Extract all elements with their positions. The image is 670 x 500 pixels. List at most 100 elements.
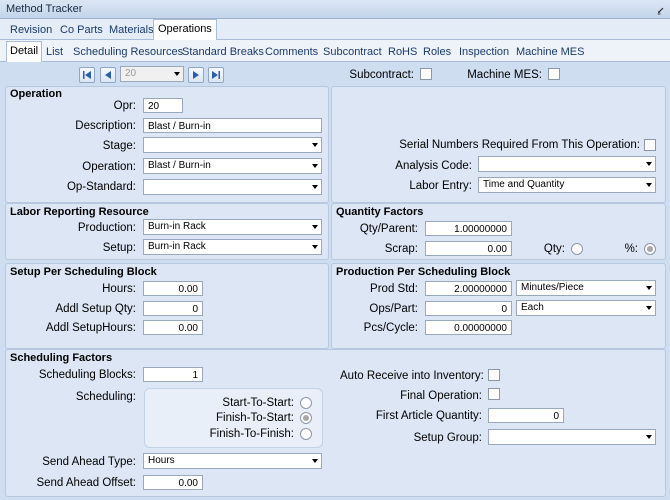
percent-radio[interactable]	[644, 243, 656, 255]
production-dropdown[interactable]: Burn-in Rack	[143, 219, 322, 235]
tab-inspection[interactable]: Inspection	[456, 44, 512, 60]
tab-scheduling-resources[interactable]: Scheduling Resources	[70, 44, 186, 60]
setup-dropdown[interactable]: Burn-in Rack	[143, 239, 322, 255]
chevron-down-icon	[174, 72, 180, 76]
addl-setup-qty-input[interactable]: 0	[143, 301, 203, 316]
qty-parent-input[interactable]: 1.00000000	[425, 221, 512, 236]
analysis-code-dropdown[interactable]	[478, 156, 656, 172]
labor-entry-dropdown[interactable]: Time and Quantity	[478, 177, 656, 193]
start-to-start-label: Start-To-Start:	[222, 397, 294, 409]
finish-to-start-label: Finish-To-Start:	[216, 412, 294, 424]
scheduling-blocks-input[interactable]: 1	[143, 367, 203, 382]
final-operation-checkbox[interactable]	[488, 388, 500, 400]
last-icon	[212, 71, 220, 79]
ops-part-unit-value: Each	[521, 302, 544, 313]
setup-group-label: Setup Group:	[413, 432, 482, 444]
prev-record-button[interactable]	[100, 67, 116, 83]
finish-to-finish-label: Finish-To-Finish:	[209, 428, 294, 440]
prod-std-unit-dropdown[interactable]: Minutes/Piece	[516, 280, 656, 296]
ops-part-label: Ops/Part:	[369, 303, 418, 315]
serial-numbers-label: Serial Numbers Required From This Operat…	[399, 139, 640, 151]
scrap-label: Scrap:	[384, 243, 418, 255]
labor-entry-value: Time and Quantity	[483, 179, 565, 190]
auto-receive-label: Auto Receive into Inventory:	[340, 370, 484, 382]
sub-tab-bar: Detail List Scheduling Resources Standar…	[0, 40, 670, 62]
scheduling-label: Scheduling:	[75, 391, 136, 403]
opstandard-label: Op-Standard:	[66, 181, 136, 193]
first-record-button[interactable]	[79, 67, 95, 83]
addl-setup-hours-input[interactable]: 0.00	[143, 320, 203, 335]
addl-setup-qty-label: Addl Setup Qty:	[55, 303, 136, 315]
tab-subcontract[interactable]: Subcontract	[320, 44, 385, 60]
production-label: Production:	[77, 222, 136, 234]
setup-value: Burn-in Rack	[148, 241, 206, 252]
addl-setup-hours-label: Addl SetupHours:	[45, 322, 136, 334]
opr-input[interactable]: 20	[143, 98, 183, 113]
tab-revision[interactable]: Revision	[6, 22, 56, 38]
qty-parent-label: Qty/Parent:	[359, 223, 418, 235]
chevron-down-icon	[646, 162, 652, 166]
qty-radio[interactable]	[571, 243, 583, 255]
chevron-down-icon	[312, 185, 318, 189]
scrap-input[interactable]: 0.00	[425, 241, 512, 256]
send-ahead-type-dropdown[interactable]: Hours	[143, 453, 322, 469]
send-ahead-offset-input[interactable]: 0.00	[143, 475, 203, 490]
chevron-down-icon	[312, 459, 318, 463]
tab-operations[interactable]: Operations	[153, 19, 217, 40]
ops-part-input[interactable]: 0	[425, 301, 512, 316]
tab-co-parts[interactable]: Co Parts	[56, 22, 107, 38]
setup-block-header: Setup Per Scheduling Block	[10, 266, 157, 278]
serial-numbers-checkbox[interactable]	[644, 139, 656, 151]
description-input[interactable]: Blast / Burn-in	[143, 118, 322, 133]
prod-std-input[interactable]: 2.00000000	[425, 281, 512, 296]
record-selector[interactable]: 20	[120, 66, 184, 82]
first-icon	[83, 71, 91, 79]
stage-dropdown[interactable]	[143, 137, 322, 153]
auto-receive-checkbox[interactable]	[488, 369, 500, 381]
stage-label: Stage:	[102, 140, 136, 152]
finish-to-finish-radio[interactable]	[300, 428, 312, 440]
tab-detail[interactable]: Detail	[6, 41, 43, 62]
next-record-button[interactable]	[188, 67, 204, 83]
qty-radio-label: Qty:	[543, 243, 565, 255]
tab-list[interactable]: List	[43, 44, 66, 60]
chevron-down-icon	[312, 225, 318, 229]
labor-entry-label: Labor Entry:	[409, 180, 472, 192]
scheduling-factors-header: Scheduling Factors	[10, 352, 113, 364]
machine-mes-checkbox[interactable]	[548, 68, 560, 80]
tab-machine-mes[interactable]: Machine MES	[513, 44, 587, 60]
subcontract-checkbox[interactable]	[420, 68, 432, 80]
machine-mes-label: Machine MES:	[467, 69, 542, 81]
opr-label: Opr:	[113, 100, 136, 112]
production-value: Burn-in Rack	[148, 221, 206, 232]
chevron-down-icon	[646, 183, 652, 187]
hours-label: Hours:	[102, 283, 136, 295]
hours-input[interactable]: 0.00	[143, 281, 203, 296]
chevron-down-icon	[312, 164, 318, 168]
ops-part-unit-dropdown[interactable]: Each	[516, 300, 656, 316]
pcs-cycle-label: Pcs/Cycle:	[363, 322, 418, 334]
operation-label: Operation:	[82, 161, 136, 173]
next-icon	[193, 71, 199, 79]
tab-roles[interactable]: Roles	[420, 44, 454, 60]
window-title: Method Tracker	[6, 3, 83, 15]
last-record-button[interactable]	[208, 67, 224, 83]
record-selector-value: 20	[125, 68, 137, 79]
setup-group-dropdown[interactable]	[488, 429, 656, 445]
percent-radio-label: %:	[624, 243, 638, 255]
start-to-start-radio[interactable]	[300, 397, 312, 409]
first-article-input[interactable]: 0	[488, 408, 564, 423]
tab-materials[interactable]: Materials	[105, 22, 158, 38]
tab-standard-breaks[interactable]: Standard Breaks	[179, 44, 267, 60]
tab-rohs[interactable]: RoHS	[385, 44, 420, 60]
prod-std-label: Prod Std:	[370, 283, 418, 295]
subcontract-label: Subcontract:	[349, 69, 414, 81]
tab-comments[interactable]: Comments	[262, 44, 321, 60]
main-tab-bar: Revision Co Parts Materials Operations	[0, 19, 670, 40]
opstandard-dropdown[interactable]	[143, 179, 322, 195]
finish-to-start-radio[interactable]	[300, 412, 312, 424]
analysis-code-label: Analysis Code:	[395, 160, 472, 172]
operation-dropdown[interactable]: Blast / Burn-in	[143, 158, 322, 174]
chevron-down-icon	[646, 306, 652, 310]
pcs-cycle-input[interactable]: 0.00000000	[425, 320, 512, 335]
